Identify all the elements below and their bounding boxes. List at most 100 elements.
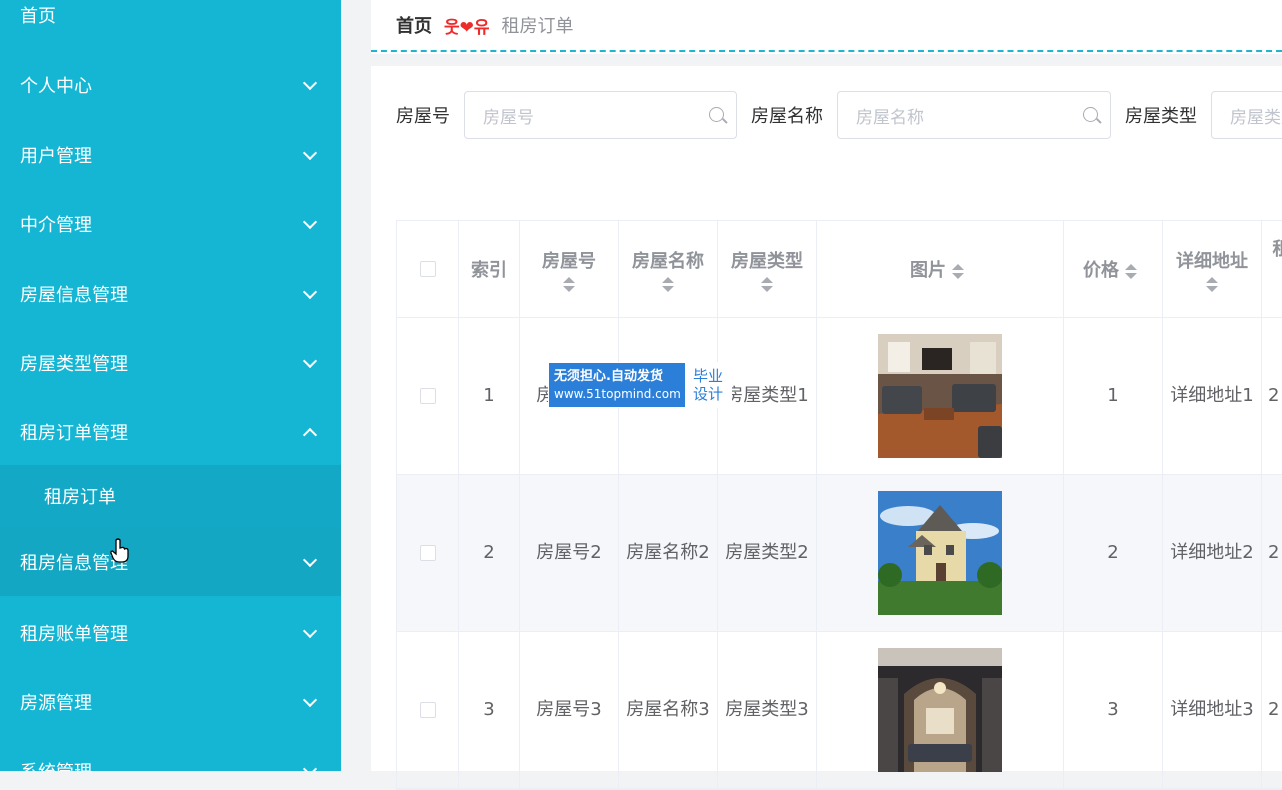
cell-house-name: 房屋名称2 — [619, 475, 718, 631]
house-no-input[interactable]: 房屋号 — [464, 91, 737, 139]
house-image[interactable] — [878, 334, 1002, 458]
cell-house-type: 房屋类型3 — [718, 632, 817, 788]
cell-image — [817, 632, 1064, 788]
col-house-type[interactable]: 房屋类型 — [718, 221, 817, 317]
table-row: 1 房屋号1 房屋名称1 房屋类型1 1 详细地址1 — [397, 318, 1282, 475]
sidebar-item-personal-center[interactable]: 个人中心 — [0, 50, 341, 119]
sidebar-item-system-management[interactable]: 系统管理 — [0, 736, 341, 771]
sort-icon[interactable] — [563, 277, 575, 292]
sidebar-item-label: 系统管理 — [20, 758, 341, 772]
watermark-tag: 毕业 设计 — [685, 363, 731, 407]
row-select-cell — [397, 318, 459, 474]
cell-house-type: 房屋类型2 — [718, 475, 817, 631]
watermark-line2: www.51topmind.com — [554, 386, 685, 403]
sidebar-item-label: 租房订单管理 — [20, 419, 341, 445]
row-checkbox[interactable] — [420, 702, 436, 718]
cell-price: 2 — [1064, 475, 1163, 631]
cell-extra: 2 — [1262, 632, 1282, 788]
watermark-badge: 无须担心.自动发货 www.51topmind.com 毕业 设计 — [548, 362, 732, 408]
col-house-no-label: 房屋号 — [542, 247, 596, 273]
cell-address: 详细地址3 — [1163, 632, 1262, 788]
orders-table: 索引 房屋号 房屋名称 房屋类型 图片 价格 — [396, 220, 1282, 790]
house-image[interactable] — [878, 491, 1002, 615]
cell-address: 详细地址2 — [1163, 475, 1262, 631]
sidebar-item-house-info-management[interactable]: 房屋信息管理 — [0, 259, 341, 328]
house-type-input[interactable]: 房屋类型 — [1211, 91, 1282, 139]
sidebar-item-label: 房屋类型管理 — [20, 350, 341, 376]
cell-index: 2 — [459, 475, 520, 631]
sidebar-item-house-type-management[interactable]: 房屋类型管理 — [0, 328, 341, 397]
sidebar: 首页 个人中心 用户管理 中介管理 房屋信息管理 房屋类型管理 租房订单管理 租… — [0, 0, 341, 771]
row-checkbox[interactable] — [420, 545, 436, 561]
col-image-label: 图片 — [910, 256, 946, 282]
col-house-type-label: 房屋类型 — [731, 247, 803, 273]
table-row: 2 房屋号2 房屋名称2 房屋类型2 — [397, 475, 1282, 632]
sidebar-subitem-label: 租房订单 — [44, 483, 116, 509]
sort-icon[interactable] — [1125, 264, 1137, 279]
watermark-line1: 无须担心.自动发货 — [554, 368, 685, 386]
watermark-tag-line1: 毕业 — [693, 367, 723, 385]
col-address-label: 详细地址 — [1176, 247, 1248, 273]
sidebar-item-listing-management[interactable]: 房源管理 — [0, 667, 341, 736]
sidebar-item-home[interactable]: 首页 — [0, 0, 341, 49]
house-type-placeholder: 房屋类型 — [1230, 103, 1282, 128]
col-house-name[interactable]: 房屋名称 — [619, 221, 718, 317]
house-name-placeholder: 房屋名称 — [856, 103, 924, 128]
col-price[interactable]: 价格 — [1064, 221, 1163, 317]
col-extra: 租 — [1262, 221, 1282, 317]
table-header: 索引 房屋号 房屋名称 房屋类型 图片 价格 — [397, 221, 1282, 318]
sidebar-subitem-rental-order[interactable]: 租房订单 — [0, 465, 341, 527]
house-no-label: 房屋号 — [396, 102, 450, 128]
row-select-cell — [397, 632, 459, 788]
cell-extra: 2 — [1262, 475, 1282, 631]
breadcrumb: 首页 웃❤유 租房订单 — [371, 0, 1282, 52]
select-all-checkbox[interactable] — [420, 261, 436, 277]
cell-house-no: 房屋号2 — [520, 475, 619, 631]
sidebar-item-label: 用户管理 — [20, 142, 341, 168]
col-extra-label: 租 — [1273, 235, 1282, 261]
sidebar-item-rental-order-management[interactable]: 租房订单管理 — [0, 397, 341, 466]
cell-house-name: 房屋名称3 — [619, 632, 718, 788]
col-house-name-label: 房屋名称 — [632, 247, 704, 273]
house-no-placeholder: 房屋号 — [483, 103, 534, 128]
house-name-input[interactable]: 房屋名称 — [837, 91, 1111, 139]
sidebar-item-user-management[interactable]: 用户管理 — [0, 120, 341, 189]
main-content: 首页 웃❤유 租房订单 房屋号 房屋号 房屋名称 房屋名称 房屋类型 房屋类型 … — [371, 0, 1282, 771]
hand-cursor-icon — [110, 538, 130, 564]
col-house-no[interactable]: 房屋号 — [520, 221, 619, 317]
col-image[interactable]: 图片 — [817, 221, 1064, 317]
sidebar-item-rental-info-management[interactable]: 租房信息管理 — [0, 527, 341, 596]
col-address[interactable]: 详细地址 — [1163, 221, 1262, 317]
house-image[interactable] — [878, 648, 1002, 772]
cell-index: 1 — [459, 318, 520, 474]
section-divider — [371, 54, 1282, 66]
search-icon — [1083, 107, 1098, 122]
sidebar-item-label: 房源管理 — [20, 689, 341, 715]
breadcrumb-home[interactable]: 首页 — [396, 12, 432, 38]
search-icon — [709, 107, 724, 122]
row-checkbox[interactable] — [420, 388, 436, 404]
table-row: 3 房屋号3 房屋名称3 房屋类型3 3 详细地址3 2 — [397, 632, 1282, 789]
cell-price: 1 — [1064, 318, 1163, 474]
sort-icon[interactable] — [761, 277, 773, 292]
cell-house-type: 房屋类型1 — [718, 318, 817, 474]
sort-icon[interactable] — [662, 277, 674, 292]
cell-house-no: 房屋号3 — [520, 632, 619, 788]
sidebar-item-label: 租房账单管理 — [20, 620, 341, 646]
select-all-cell — [397, 221, 459, 317]
house-type-label: 房屋类型 — [1125, 102, 1197, 128]
col-index-label: 索引 — [471, 256, 507, 282]
sidebar-item-label: 租房信息管理 — [20, 549, 341, 575]
col-price-label: 价格 — [1083, 256, 1119, 282]
sidebar-item-label: 首页 — [20, 2, 341, 28]
sort-icon[interactable] — [952, 264, 964, 279]
sidebar-item-label: 中介管理 — [20, 211, 341, 237]
sidebar-item-agent-management[interactable]: 中介管理 — [0, 189, 341, 258]
cell-price: 3 — [1064, 632, 1163, 788]
sidebar-item-label: 房屋信息管理 — [20, 281, 341, 307]
col-index: 索引 — [459, 221, 520, 317]
breadcrumb-current: 租房订单 — [502, 12, 574, 38]
sidebar-item-rental-bill-management[interactable]: 租房账单管理 — [0, 598, 341, 667]
cell-extra: 2 — [1262, 318, 1282, 474]
sort-icon[interactable] — [1206, 277, 1218, 292]
